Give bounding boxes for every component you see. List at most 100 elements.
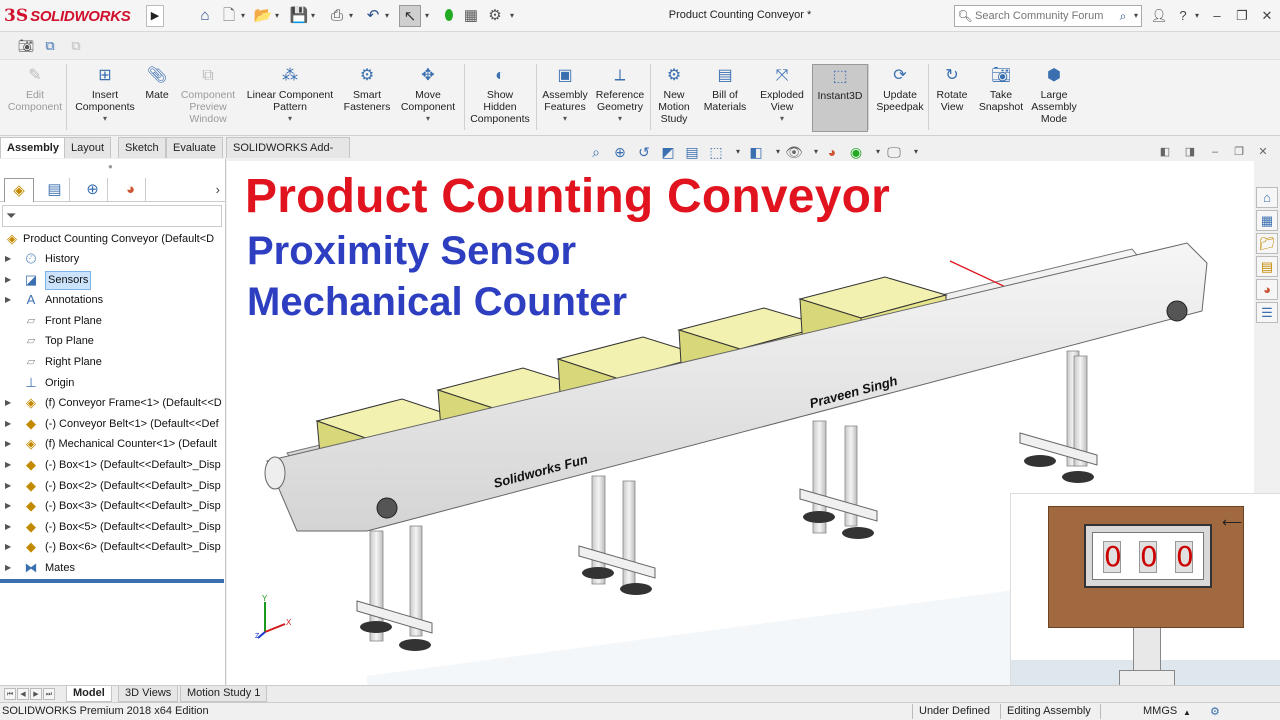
expand-arrow-icon[interactable]: ▶ xyxy=(5,290,15,310)
ribbon-assembly-features-button[interactable]: ▣ Assembly Features ▾ xyxy=(538,64,592,132)
viewport-close-icon[interactable]: ✕ xyxy=(1254,143,1272,161)
tree-root-assembly[interactable]: ◈ Product Counting Conveyor (Default<D xyxy=(0,229,226,249)
tree-item-origin[interactable]: ⊥ Origin xyxy=(0,373,226,393)
ribbon-large-assembly-mode-button[interactable]: ⬢ Large Assembly Mode xyxy=(1030,64,1078,132)
help-icon[interactable]: ? xyxy=(1172,5,1194,27)
view-settings-icon[interactable]: 🖵 xyxy=(885,142,903,162)
close-icon[interactable]: ✕ xyxy=(1256,5,1278,27)
section-view-icon[interactable]: ◩ xyxy=(659,142,677,162)
undo-dropdown-icon[interactable]: ▾ xyxy=(385,9,393,23)
ribbon-instant3d-button[interactable]: ⬚ Instant3D xyxy=(812,64,868,132)
expand-arrow-icon[interactable]: ▶ xyxy=(5,455,15,475)
tree-item-f-conveyor-frame-1-default-d[interactable]: ▶ ◈ (f) Conveyor Frame<1> (Default<<D xyxy=(0,393,226,413)
rebuild-traffic-light-icon[interactable]: ⬮ xyxy=(438,5,460,27)
ribbon-show-hidden-components-button[interactable]: ◐ Show Hidden Components xyxy=(466,64,534,132)
save-icon[interactable]: 💾 xyxy=(288,5,310,27)
view-orientation-dropdown-icon[interactable]: ▾ xyxy=(729,142,747,162)
tab-evaluate[interactable]: Evaluate xyxy=(166,137,223,158)
search-input[interactable] xyxy=(975,10,1113,22)
undo-icon[interactable]: ↶ xyxy=(362,5,384,27)
apply-scene-icon[interactable]: ◉ xyxy=(847,142,865,162)
design-library-icon[interactable]: ▦ xyxy=(1256,210,1278,231)
solidworks-logo[interactable]: 3S SOLIDWORKS xyxy=(4,4,142,28)
search-go-icon[interactable]: ⌕ xyxy=(1113,9,1133,24)
chevron-down-icon[interactable]: ▾ xyxy=(756,113,808,125)
help-dropdown-icon[interactable]: ▾ xyxy=(1195,9,1203,23)
zoom-to-area-icon[interactable]: ⊕ xyxy=(611,142,629,162)
restore-icon[interactable]: ❐ xyxy=(1231,5,1253,27)
print-dropdown-icon[interactable]: ▾ xyxy=(349,9,357,23)
tree-item-annotations[interactable]: ▶ A Annotations xyxy=(0,290,226,310)
property-manager-tab-icon[interactable]: ▤ xyxy=(40,178,70,202)
minimize-icon[interactable]: – xyxy=(1206,5,1228,27)
ribbon-smart-fasteners-button[interactable]: ⚙ Smart Fasteners xyxy=(342,64,392,132)
configuration-manager-tab-icon[interactable]: ⊕ xyxy=(78,178,108,202)
hide-show-items-icon[interactable]: 👁︎ xyxy=(785,142,803,162)
edit-appearance-icon[interactable]: ◕ xyxy=(823,142,841,162)
tab-assembly[interactable]: Assembly xyxy=(0,137,66,158)
ribbon-move-component-button[interactable]: ✥ Move Component ▾ xyxy=(394,64,462,132)
tab-layout[interactable]: Layout xyxy=(64,137,112,158)
tab-scroll-last-icon[interactable]: ⏭ xyxy=(43,688,55,700)
tree-item-sensors[interactable]: ▶ ◪ Sensors xyxy=(0,270,226,290)
camera-icon[interactable]: 📷︎ xyxy=(16,36,36,56)
solidworks-resources-home-icon[interactable]: ⌂ xyxy=(1256,187,1278,208)
expand-arrow-icon[interactable]: ▶ xyxy=(5,393,15,413)
ribbon-take-snapshot-button[interactable]: 📷︎ Take Snapshot xyxy=(976,64,1026,132)
tree-item-front-plane[interactable]: ▱ Front Plane xyxy=(0,311,226,331)
select-arrow-icon[interactable]: ↖ xyxy=(399,5,421,27)
panel-more-chevron-icon[interactable]: › xyxy=(216,182,220,197)
expand-arrow-icon[interactable]: ▶ xyxy=(5,249,15,269)
open-dropdown-icon[interactable]: ▾ xyxy=(275,9,283,23)
customize-status-icon[interactable]: ⚙ xyxy=(1210,705,1220,718)
ribbon-new-motion-study-button[interactable]: ⚙ New Motion Study xyxy=(652,64,696,132)
tree-item-box-6-default-default-disp[interactable]: ▶ ◆ (-) Box<6> (Default<<Default>_Disp xyxy=(0,537,226,557)
new-dropdown-icon[interactable]: ▾ xyxy=(241,9,249,23)
bottom-tab-3d-views[interactable]: 3D Views xyxy=(118,686,179,702)
ribbon-edit-component-button[interactable]: ✎ Edit Component xyxy=(4,64,66,132)
ribbon-rotate-view-button[interactable]: ↻ Rotate View xyxy=(930,64,974,132)
file-explorer-icon[interactable]: 📁︎ xyxy=(1256,233,1278,254)
expand-arrow-icon[interactable]: ▶ xyxy=(5,414,15,434)
appearances-icon[interactable]: ◕ xyxy=(1256,279,1278,300)
tree-horizontal-scrollbar[interactable] xyxy=(0,579,224,583)
menu-expand-arrow-icon[interactable]: ▶ xyxy=(146,5,164,27)
units-dropdown-icon[interactable]: ▲ xyxy=(1183,708,1191,717)
tree-item-box-2-default-default-disp[interactable]: ▶ ◆ (-) Box<2> (Default<<Default>_Disp xyxy=(0,476,226,496)
tree-item-top-plane[interactable]: ▱ Top Plane xyxy=(0,331,226,351)
ribbon-component-preview-window-button[interactable]: ⧉ Component Preview Window xyxy=(178,64,238,132)
chevron-down-icon[interactable]: ▾ xyxy=(594,113,646,125)
ribbon-mate-button[interactable]: 📎︎ Mate xyxy=(138,64,176,132)
ribbon-exploded-view-button[interactable]: ⤧ Exploded View ▾ xyxy=(756,64,808,132)
expand-arrow-icon[interactable]: ▶ xyxy=(5,517,15,537)
tree-item-box-3-default-default-disp[interactable]: ▶ ◆ (-) Box<3> (Default<<Default>_Disp xyxy=(0,496,226,516)
status-units[interactable]: MMGS xyxy=(1143,705,1177,717)
select-dropdown-icon[interactable]: ▾ xyxy=(425,9,433,23)
tree-filter-field[interactable]: ⏷ xyxy=(2,205,222,227)
ribbon-update-speedpak-button[interactable]: ⟳ Update Speedpak xyxy=(872,64,928,132)
chevron-down-icon[interactable]: ▾ xyxy=(68,113,142,125)
previous-view-icon[interactable]: ↺ xyxy=(635,142,653,162)
panel-splitter-dot[interactable]: ● xyxy=(108,162,113,171)
tab-scroll-first-icon[interactable]: ⏮ xyxy=(4,688,16,700)
file-properties-icon[interactable]: ▦ xyxy=(460,5,482,27)
chevron-down-icon[interactable]: ▾ xyxy=(240,113,340,125)
search-dropdown-icon[interactable]: ▾ xyxy=(1134,9,1142,23)
view-palette-icon[interactable]: ▤ xyxy=(1256,256,1278,277)
snapshot-share-icon[interactable]: ⧉ xyxy=(40,36,60,56)
paste-icon[interactable]: ⧉ xyxy=(66,36,86,56)
tree-item-mates[interactable]: ▶ ⧓ Mates xyxy=(0,558,226,578)
new-document-icon[interactable]: 🗋 xyxy=(218,5,240,27)
chevron-down-icon[interactable]: ▾ xyxy=(538,113,592,125)
bottom-tab-model[interactable]: Model xyxy=(66,686,112,702)
expand-arrow-icon[interactable]: ▶ xyxy=(5,434,15,454)
options-dropdown-icon[interactable]: ▾ xyxy=(510,9,518,23)
tab-scroll-prev-icon[interactable]: ◀ xyxy=(17,688,29,700)
expand-arrow-icon[interactable]: ▶ xyxy=(5,558,15,578)
ribbon-bill-of-materials-button[interactable]: ▤ Bill of Materials xyxy=(698,64,752,132)
print-icon[interactable]: ⎙ xyxy=(326,5,348,27)
chevron-down-icon[interactable]: ▾ xyxy=(394,113,462,125)
tree-item-box-1-default-default-disp[interactable]: ▶ ◆ (-) Box<1> (Default<<Default>_Disp xyxy=(0,455,226,475)
tree-item-box-5-default-default-disp[interactable]: ▶ ◆ (-) Box<5> (Default<<Default>_Disp xyxy=(0,517,226,537)
ribbon-linear-component-pattern-button[interactable]: ⁂ Linear Component Pattern ▾ xyxy=(240,64,340,132)
